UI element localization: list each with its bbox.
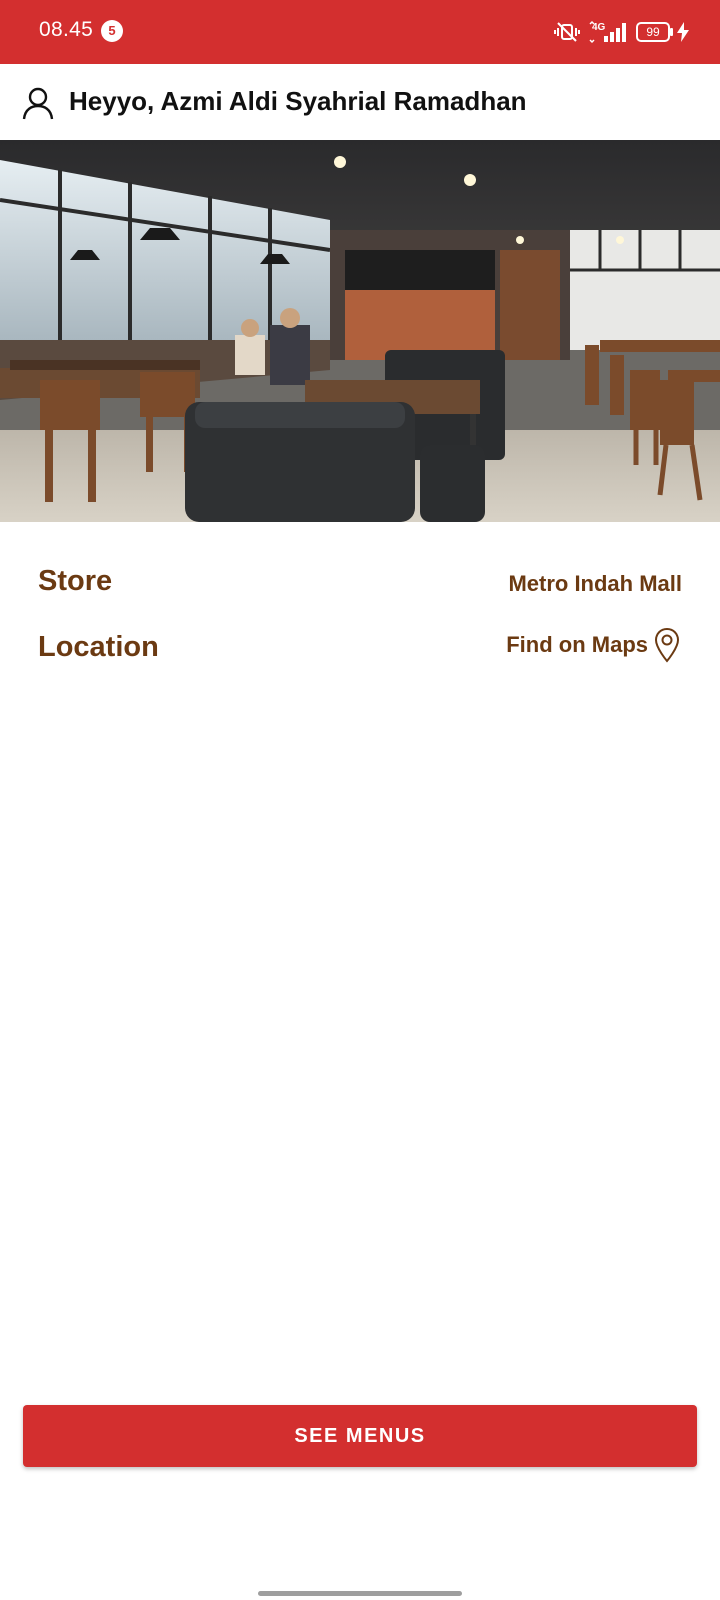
store-value: Metro Indah Mall <box>508 571 682 596</box>
store-label: Store <box>38 565 113 597</box>
user-icon[interactable] <box>22 86 54 120</box>
restaurant-interior-illustration <box>0 140 720 522</box>
status-time: 08.45 <box>39 18 94 41</box>
home-indicator[interactable] <box>258 1591 462 1596</box>
mute-vibrate-icon <box>554 22 580 42</box>
location-label: Location <box>38 631 159 663</box>
map-pin-icon <box>654 627 680 663</box>
signal-4g-icon: 4G <box>589 20 626 44</box>
charging-bolt-icon <box>677 22 689 42</box>
status-bar: 08.45 5 4G 99 <box>0 0 720 64</box>
notification-count-badge: 5 <box>101 20 123 42</box>
status-icons: 4G 99 <box>554 18 690 46</box>
find-on-maps-label: Find on Maps <box>506 632 648 657</box>
store-photo <box>0 140 720 522</box>
store-detail-screen: 08.45 5 4G 99 Heyyo, Azmi Aldi Syahrial … <box>0 0 720 1600</box>
find-on-maps-link[interactable]: Find on Maps <box>506 627 680 663</box>
greeting-header: Heyyo, Azmi Aldi Syahrial Ramadhan <box>0 64 720 140</box>
battery-indicator: 99 <box>636 22 673 42</box>
see-menus-button[interactable]: SEE MENUS <box>23 1405 697 1467</box>
greeting-text: Heyyo, Azmi Aldi Syahrial Ramadhan <box>69 86 527 116</box>
